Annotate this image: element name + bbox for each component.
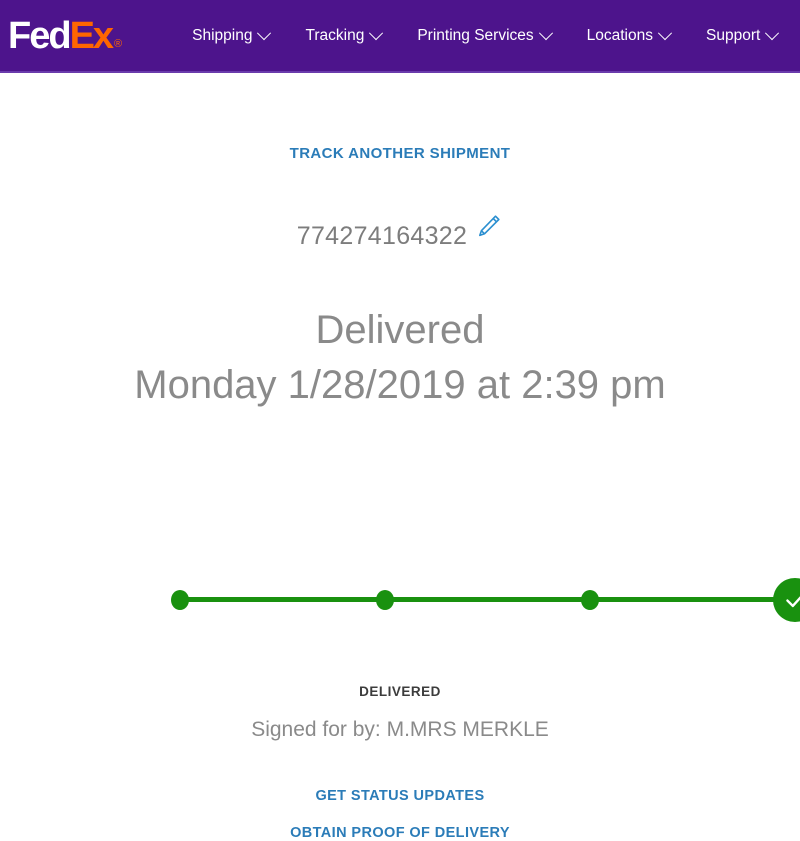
nav-label-printing-services: Printing Services: [417, 26, 534, 44]
shipment-progress-bar: [0, 528, 800, 622]
chevron-down-icon: [538, 25, 553, 40]
pencil-icon[interactable]: [473, 212, 503, 242]
tracking-number-row: 774274164322: [0, 215, 800, 251]
progress-track: [180, 597, 800, 602]
progress-node-delivered[interactable]: [773, 578, 800, 622]
progress-node-2[interactable]: [376, 590, 394, 610]
status-date: Monday 1/28/2019 at 2:39 pm: [134, 363, 666, 407]
get-status-updates-link[interactable]: GET STATUS UPDATES: [0, 788, 800, 804]
chevron-down-icon: [257, 25, 272, 40]
shipment-status-block: Delivered Monday 1/28/2019 at 2:39 pm: [0, 303, 800, 413]
chevron-down-icon: [765, 25, 780, 40]
signed-for-text: Signed for by: M.MRS MERKLE: [251, 718, 549, 741]
nav-item-locations[interactable]: Locations: [569, 21, 688, 51]
nav-item-support[interactable]: Support: [688, 21, 795, 51]
status-title: Delivered: [315, 308, 485, 352]
nav-label-support: Support: [706, 26, 761, 44]
chevron-down-icon: [657, 25, 673, 40]
chevron-down-icon: [369, 25, 384, 40]
check-icon: [782, 587, 800, 613]
tracking-results-panel: TRACK ANOTHER SHIPMENT 774274164322 Deli…: [0, 73, 800, 841]
nav-item-printing-services[interactable]: Printing Services: [399, 21, 568, 51]
nav-label-shipping: Shipping: [192, 26, 253, 44]
logo-text-ex: Ex: [69, 14, 115, 57]
nav-item-tracking[interactable]: Tracking: [287, 21, 399, 51]
track-another-shipment-link[interactable]: TRACK ANOTHER SHIPMENT: [0, 145, 800, 162]
nav-label-locations: Locations: [586, 26, 653, 44]
fedex-logo[interactable]: Fed Ex ®: [8, 14, 122, 57]
registered-trademark-icon: ®: [114, 37, 122, 50]
delivered-status-label: DELIVERED: [359, 684, 441, 699]
progress-node-1[interactable]: [171, 590, 189, 610]
tracking-number-value: 774274164322: [296, 221, 468, 250]
obtain-proof-of-delivery-link[interactable]: OBTAIN PROOF OF DELIVERY: [0, 825, 800, 841]
logo-text-fed: Fed: [8, 14, 72, 57]
main-navigation: Shipping Tracking Printing Services Loca…: [174, 21, 795, 51]
progress-node-3[interactable]: [581, 590, 599, 610]
nav-item-shipping[interactable]: Shipping: [174, 21, 287, 51]
site-header: Fed Ex ® Shipping Tracking Printing Servic…: [0, 0, 800, 73]
nav-label-tracking: Tracking: [305, 26, 365, 44]
